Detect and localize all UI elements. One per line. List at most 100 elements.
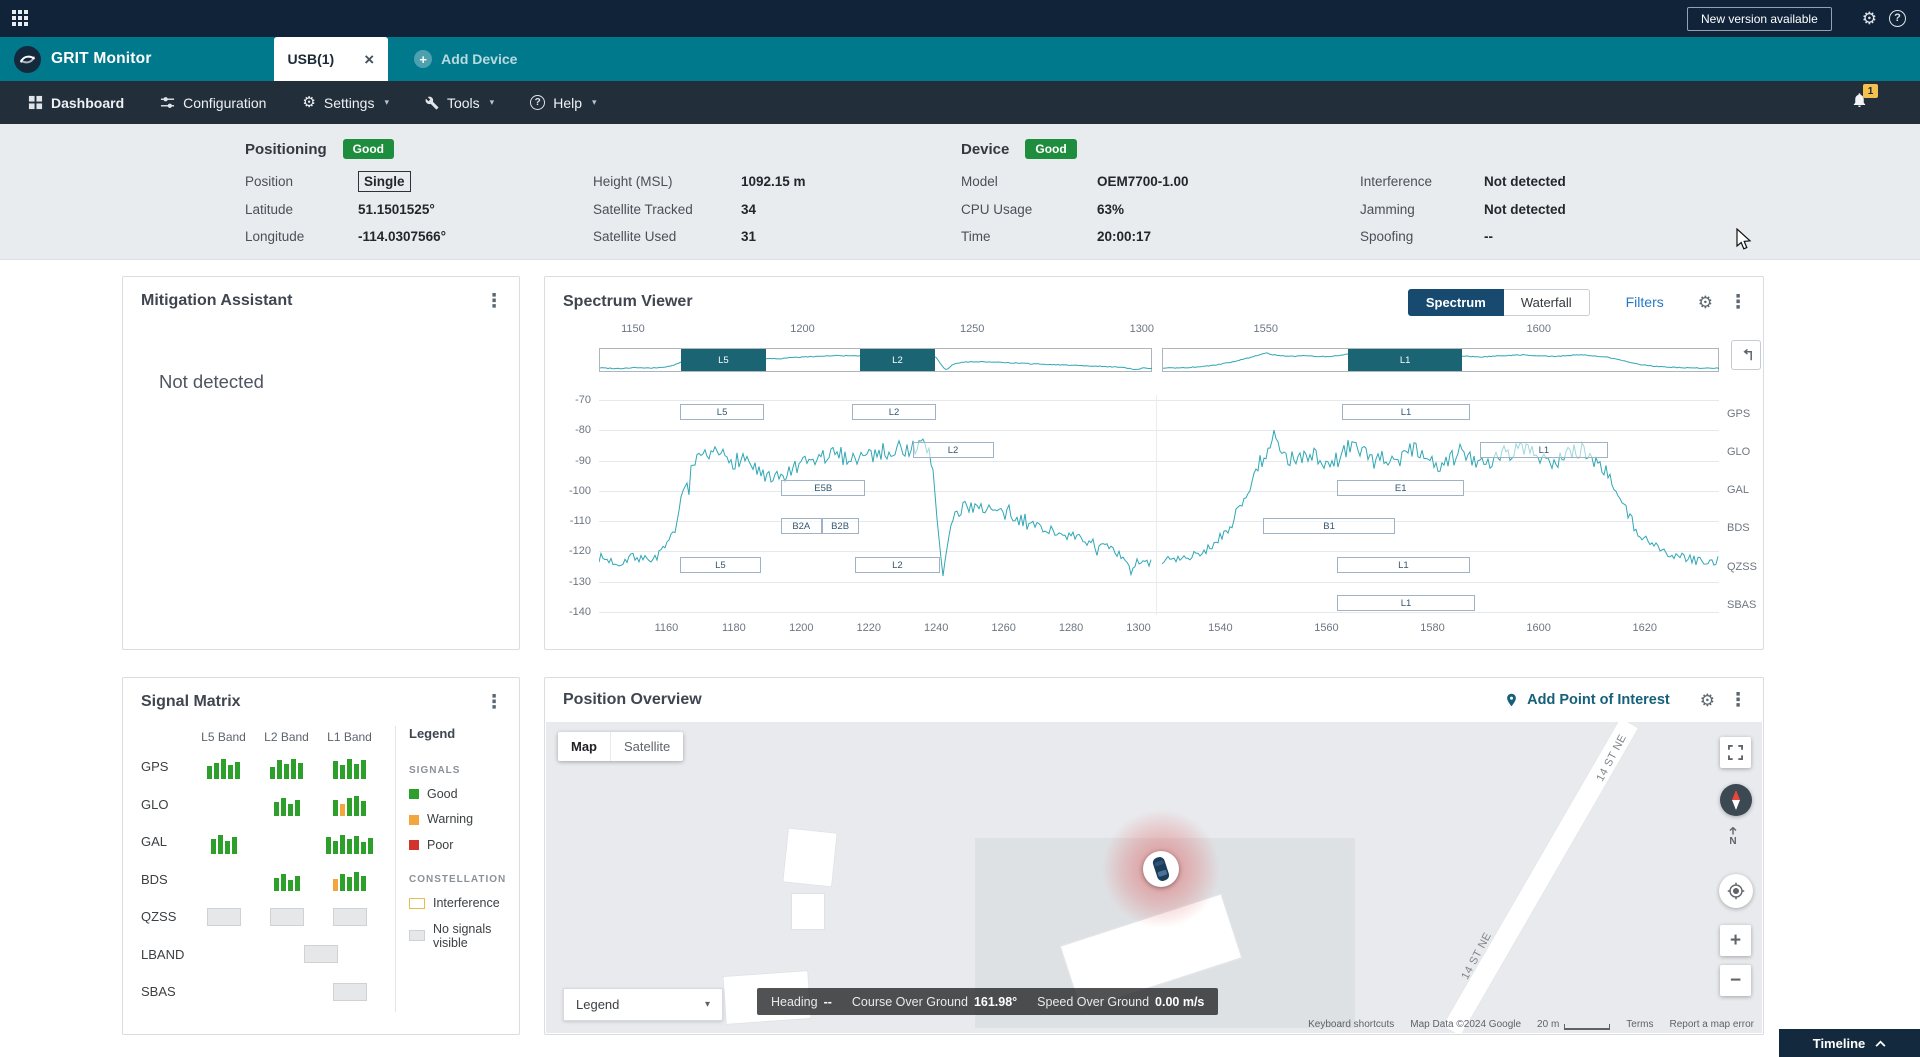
kebab-menu-icon[interactable]: ⋮ — [483, 292, 505, 311]
keyboard-shortcuts-link[interactable]: Keyboard shortcuts — [1308, 1019, 1394, 1030]
device-status-badge: Good — [1025, 139, 1076, 159]
help-icon[interactable]: ? — [1889, 10, 1906, 27]
constellation-row-label: GPS — [1727, 408, 1750, 420]
nav-item-settings[interactable]: ⚙Settings▾ — [302, 95, 389, 111]
matrix-cell — [255, 748, 318, 786]
matrix-cell — [192, 861, 255, 899]
map-legend-dropdown[interactable]: Legend ▾ — [563, 988, 723, 1021]
signal-bar — [340, 874, 345, 891]
status-field-value: 1092.15 m — [741, 174, 806, 189]
map-legend-label: Legend — [576, 997, 619, 1012]
y-axis-tick-label: -110 — [545, 515, 591, 527]
signal-bar — [295, 800, 300, 816]
map-canvas[interactable]: 14 ST NE 14 ST NE Map Satellite — [546, 722, 1762, 1033]
waterfall-tab[interactable]: Waterfall — [1504, 289, 1590, 316]
compass-button[interactable] — [1720, 784, 1752, 816]
close-icon[interactable]: × — [364, 51, 374, 68]
kebab-menu-icon[interactable]: ⋮ — [1727, 293, 1749, 312]
y-axis-tick-label: -70 — [545, 394, 591, 406]
app-title: GRIT Monitor — [51, 50, 152, 68]
signal-bar — [333, 800, 338, 816]
overview-tick-label: 1550 — [1254, 323, 1278, 335]
matrix-row-label: QZSS — [141, 898, 192, 936]
add-point-of-interest-button[interactable]: Add Point of Interest — [1504, 692, 1670, 708]
status-field-label: Height (MSL) — [593, 174, 741, 189]
matrix-row-glo: GLO — [141, 786, 381, 824]
matrix-cell — [255, 898, 318, 936]
matrix-cell — [318, 786, 381, 824]
signal-bar — [361, 842, 366, 854]
status-field-value: Not detected — [1484, 202, 1566, 217]
zoom-in-button[interactable]: + — [1720, 925, 1751, 956]
sliders-icon — [160, 95, 175, 110]
map-button[interactable]: Map — [558, 732, 610, 761]
reset-zoom-button[interactable] — [1731, 340, 1761, 370]
north-indicator[interactable]: N — [1728, 825, 1738, 847]
signal-bar — [326, 837, 331, 854]
signal-bar — [354, 872, 359, 891]
status-field: Satellite Used31 — [593, 223, 953, 251]
status-field: JammingNot detected — [1360, 196, 1660, 224]
matrix-cell — [192, 898, 255, 936]
plus-icon: + — [414, 50, 432, 68]
matrix-row-label: LBAND — [141, 936, 192, 974]
status-field-value: Single — [358, 171, 411, 192]
telemetry-label: Heading — [771, 995, 818, 1009]
nav-item-configuration[interactable]: Configuration — [160, 95, 266, 111]
nav-item-dashboard[interactable]: Dashboard — [28, 95, 124, 111]
status-field: CPU Usage63% — [961, 196, 1360, 224]
signal-bar — [232, 837, 237, 854]
matrix-row-label: GAL — [141, 823, 192, 861]
gear-icon: ⚙ — [302, 95, 315, 110]
kebab-menu-icon[interactable]: ⋮ — [1727, 691, 1749, 710]
spectrum-plot-left[interactable] — [599, 390, 1152, 625]
constellation-row-label: GLO — [1727, 446, 1750, 458]
overview-tick-label: 1200 — [790, 323, 814, 335]
nav-item-help[interactable]: ?Help▾ — [530, 95, 596, 111]
signal-bar — [361, 876, 366, 891]
zoom-out-button[interactable]: − — [1720, 965, 1751, 996]
gear-icon[interactable]: ⚙ — [1700, 692, 1715, 709]
locate-button[interactable] — [1719, 874, 1753, 908]
status-field-label: Model — [961, 174, 1097, 189]
spectrum-tab[interactable]: Spectrum — [1408, 289, 1504, 316]
gear-icon[interactable]: ⚙ — [1698, 294, 1713, 311]
status-field-label: Spoofing — [1360, 229, 1484, 244]
fullscreen-button[interactable] — [1720, 737, 1751, 768]
matrix-cell — [192, 786, 255, 824]
device-tab-usb[interactable]: USB(1) × — [274, 37, 389, 81]
legend-item-label: Interference — [433, 896, 500, 910]
help-icon: ? — [530, 95, 545, 110]
apps-grid-icon[interactable] — [12, 10, 29, 27]
filters-link[interactable]: Filters — [1626, 294, 1664, 310]
spectrum-plot-right[interactable] — [1162, 390, 1719, 625]
terms-link[interactable]: Terms — [1626, 1019, 1653, 1030]
matrix-row-label: GLO — [141, 786, 192, 824]
matrix-row-label: SBAS — [141, 973, 192, 1011]
gear-icon[interactable]: ⚙ — [1862, 10, 1877, 27]
signal-bar — [347, 798, 352, 816]
nav-item-tools[interactable]: Tools▾ — [425, 95, 494, 111]
chevron-up-icon — [1875, 1040, 1886, 1047]
matrix-cell — [318, 823, 381, 861]
band-annotation-b2a: B2A — [781, 518, 821, 534]
new-version-button[interactable]: New version available — [1687, 7, 1832, 31]
nav-item-label: Configuration — [183, 95, 266, 111]
spectrum-overview-strip[interactable]: L1 — [1162, 348, 1719, 372]
signal-bar — [281, 874, 286, 891]
satellite-button[interactable]: Satellite — [610, 732, 683, 761]
notifications-button[interactable]: 1 — [1851, 91, 1868, 114]
spectrum-overview-strip[interactable]: L5L2 — [599, 348, 1152, 372]
add-device-label: Add Device — [441, 51, 517, 67]
vehicle-position-marker — [1143, 851, 1179, 887]
band-annotation-l2: L2 — [852, 404, 936, 420]
kebab-menu-icon[interactable]: ⋮ — [483, 693, 505, 712]
timeline-expand-button[interactable]: Timeline — [1779, 1029, 1920, 1057]
matrix-column-header: L5 Band — [192, 730, 255, 744]
add-device-button[interactable]: + Add Device — [414, 50, 517, 68]
report-map-error-link[interactable]: Report a map error — [1670, 1019, 1754, 1030]
overview-band-l5: L5 — [681, 349, 766, 371]
matrix-row-label: BDS — [141, 861, 192, 899]
map-data-credit: Map Data ©2024 Google — [1410, 1019, 1521, 1030]
matrix-cell — [192, 748, 255, 786]
